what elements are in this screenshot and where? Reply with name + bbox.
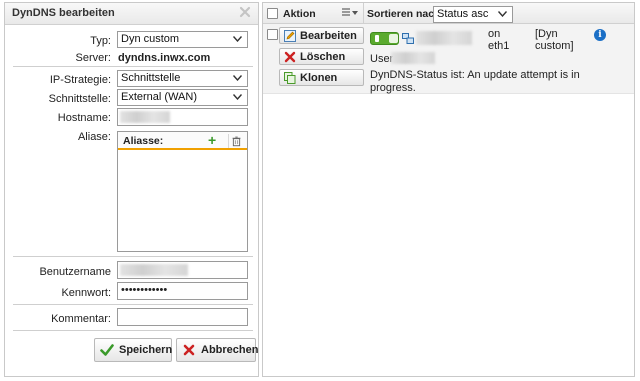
cancel-button[interactable]: Abbrechen	[176, 338, 259, 362]
server-label: Server:	[75, 52, 111, 64]
edit-button-label: Bearbeiten	[300, 30, 357, 42]
comment-input[interactable]	[117, 308, 248, 326]
comment-label: Kommentar:	[51, 313, 111, 325]
clone-button[interactable]: Klonen	[279, 69, 364, 86]
close-icon	[183, 344, 195, 356]
server-value: dyndns.inwx.com	[118, 52, 211, 64]
cancel-button-label: Abbrechen	[201, 344, 259, 356]
save-button-label: Speichern	[119, 344, 173, 356]
dialog-header: DynDNS bearbeiten	[5, 3, 258, 25]
redacted-hostname	[120, 111, 170, 123]
dialog-title: DynDNS bearbeiten	[12, 7, 115, 19]
network-icon	[402, 33, 414, 44]
dyndns-list-panel: Aktion Sortieren nach: Status asc Bearbe…	[262, 2, 635, 377]
interface-label: Schnittstelle:	[48, 93, 111, 105]
redacted-username	[120, 264, 188, 276]
redacted-username	[391, 52, 435, 64]
edit-icon	[284, 30, 296, 42]
clone-icon	[284, 72, 296, 84]
type-text: [Dyn custom]	[535, 28, 574, 52]
list-header: Aktion Sortieren nach: Status asc	[263, 3, 634, 24]
interface-text-line2: eth1	[488, 40, 510, 52]
hostname-input[interactable]	[117, 108, 248, 126]
chevron-down-icon	[233, 36, 242, 42]
interface-text-line1: on	[488, 28, 501, 40]
aliases-list[interactable]: Aliasse: +	[117, 131, 248, 252]
close-icon[interactable]	[238, 5, 252, 19]
redacted-hostname	[416, 31, 472, 45]
typ-select[interactable]: Dyn custom	[117, 31, 248, 48]
aliases-label: Aliase:	[77, 131, 111, 143]
hostname-label: Hostname:	[57, 112, 111, 124]
password-label: Kennwort:	[61, 287, 111, 299]
interface-text: on eth1	[488, 28, 509, 52]
delete-icon	[284, 51, 296, 63]
checkmark-icon	[100, 344, 114, 356]
type-text-line2: custom]	[535, 40, 574, 52]
ip-strategy-select[interactable]: Schnittstelle	[117, 70, 248, 87]
save-button[interactable]: Speichern	[94, 338, 172, 362]
sort-select[interactable]: Status asc	[433, 6, 513, 23]
column-header-action: Aktion	[283, 8, 316, 20]
enabled-toggle[interactable]	[370, 32, 399, 45]
interface-value: External (WAN)	[121, 91, 197, 103]
username-input[interactable]	[117, 261, 248, 279]
divider	[13, 256, 253, 257]
column-menu-icon[interactable]	[341, 7, 359, 19]
divider	[13, 66, 253, 67]
chevron-down-icon	[233, 75, 242, 81]
aliases-list-header: Aliasse: +	[118, 132, 247, 150]
typ-label: Typ:	[90, 35, 111, 47]
status-text: DynDNS-Status ist: An update attempt is …	[370, 69, 580, 94]
delete-button-label: Löschen	[300, 51, 346, 63]
trash-icon[interactable]	[228, 134, 242, 148]
user-label: User	[370, 53, 394, 65]
type-text-line1: [Dyn	[535, 28, 558, 40]
delete-button[interactable]: Löschen	[279, 48, 364, 65]
row-checkbox[interactable]	[267, 29, 278, 40]
typ-select-value: Dyn custom	[121, 33, 180, 45]
username-label: Benutzername	[39, 266, 111, 278]
info-icon[interactable]: i	[594, 29, 606, 41]
clone-button-label: Klonen	[300, 72, 338, 84]
password-value: ••••••••••••	[121, 284, 168, 296]
chevron-down-icon	[233, 94, 242, 100]
aliases-list-title: Aliasse:	[123, 135, 164, 147]
divider	[13, 304, 253, 305]
ip-strategy-label: IP-Strategie:	[49, 74, 111, 86]
edit-button[interactable]: Bearbeiten	[279, 27, 364, 44]
list-item: Bearbeiten Löschen Klonen on eth1 [Dyn c…	[263, 24, 634, 94]
toggle-indicator	[389, 34, 398, 43]
divider	[13, 330, 253, 331]
sort-select-value: Status asc	[437, 8, 489, 20]
add-alias-icon[interactable]: +	[208, 133, 216, 147]
password-input[interactable]: ••••••••••••	[117, 282, 248, 300]
select-all-checkbox[interactable]	[267, 8, 278, 19]
divider	[363, 3, 364, 23]
toggle-knob	[375, 35, 379, 42]
dyndns-edit-dialog: DynDNS bearbeiten Typ: Dyn custom Server…	[4, 2, 259, 377]
ip-strategy-value: Schnittstelle	[121, 72, 181, 84]
chevron-down-icon	[498, 11, 507, 17]
interface-select[interactable]: External (WAN)	[117, 89, 248, 106]
